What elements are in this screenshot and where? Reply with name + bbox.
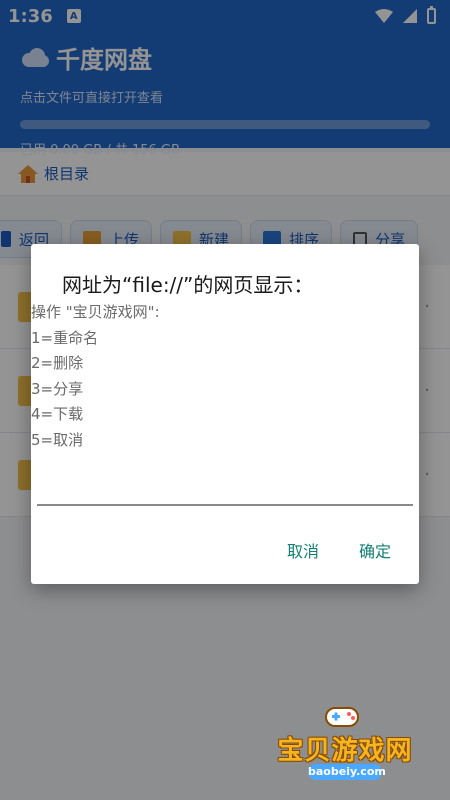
watermark-text: 宝贝游戏网 <box>277 736 413 766</box>
dialog-message: 操作 "宝贝游戏网": 1=重命名 2=删除 3=分享 4=下载 5=取消 <box>31 303 160 449</box>
cancel-button[interactable]: 取消 <box>279 534 327 566</box>
watermark-logo: 宝贝游戏网 baobeiy.com <box>270 702 420 782</box>
watermark-url: baobeiy.com <box>308 764 386 780</box>
gamepad-icon <box>325 707 359 727</box>
dialog-title: 网址为“file://”的网页显示： <box>62 273 314 297</box>
dialog-actions: 取消 确定 <box>279 534 399 566</box>
prompt-dialog: 网址为“file://”的网页显示： 操作 "宝贝游戏网": 1=重命名 2=删… <box>31 244 419 584</box>
ok-button[interactable]: 确定 <box>351 534 399 566</box>
dialog-text-input[interactable] <box>37 480 413 506</box>
